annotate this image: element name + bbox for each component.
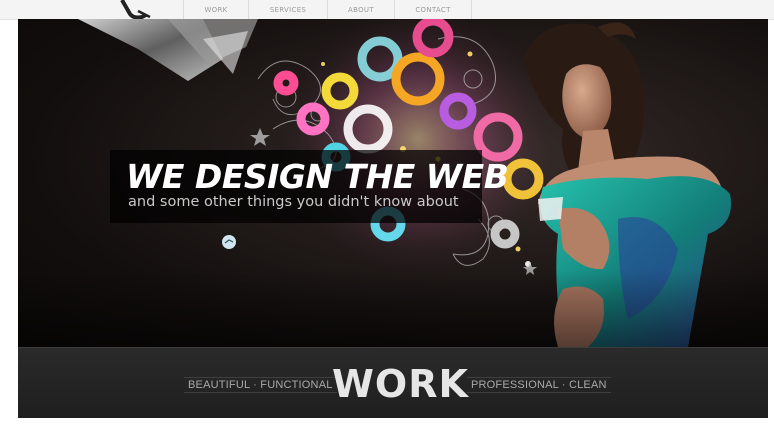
hero-banner: WE DESIGN THE WEB and some other things … — [18, 19, 768, 347]
hero-subheadline: and some other things you didn't know ab… — [128, 194, 459, 210]
banner-left-tagline: BEAUTIFUL · FUNCTIONAL — [184, 377, 337, 393]
banner-title[interactable]: WORK — [332, 362, 469, 406]
top-navigation-bar: WORK SERVICES ABOUT CONTACT — [0, 0, 774, 20]
nav-item-work[interactable]: WORK — [183, 0, 248, 19]
banner-right-tagline: PROFESSIONAL · CLEAN — [467, 377, 611, 393]
nav-item-about[interactable]: ABOUT — [327, 0, 394, 19]
logo-icon[interactable] — [116, 0, 156, 19]
main-nav: WORK SERVICES ABOUT CONTACT — [183, 0, 472, 19]
work-section-banner: BEAUTIFUL · FUNCTIONAL WORK PROFESSIONAL… — [18, 347, 768, 418]
nav-item-contact[interactable]: CONTACT — [394, 0, 472, 19]
hero-headline: WE DESIGN THE WEB — [126, 157, 509, 196]
nav-item-services[interactable]: SERVICES — [248, 0, 327, 19]
